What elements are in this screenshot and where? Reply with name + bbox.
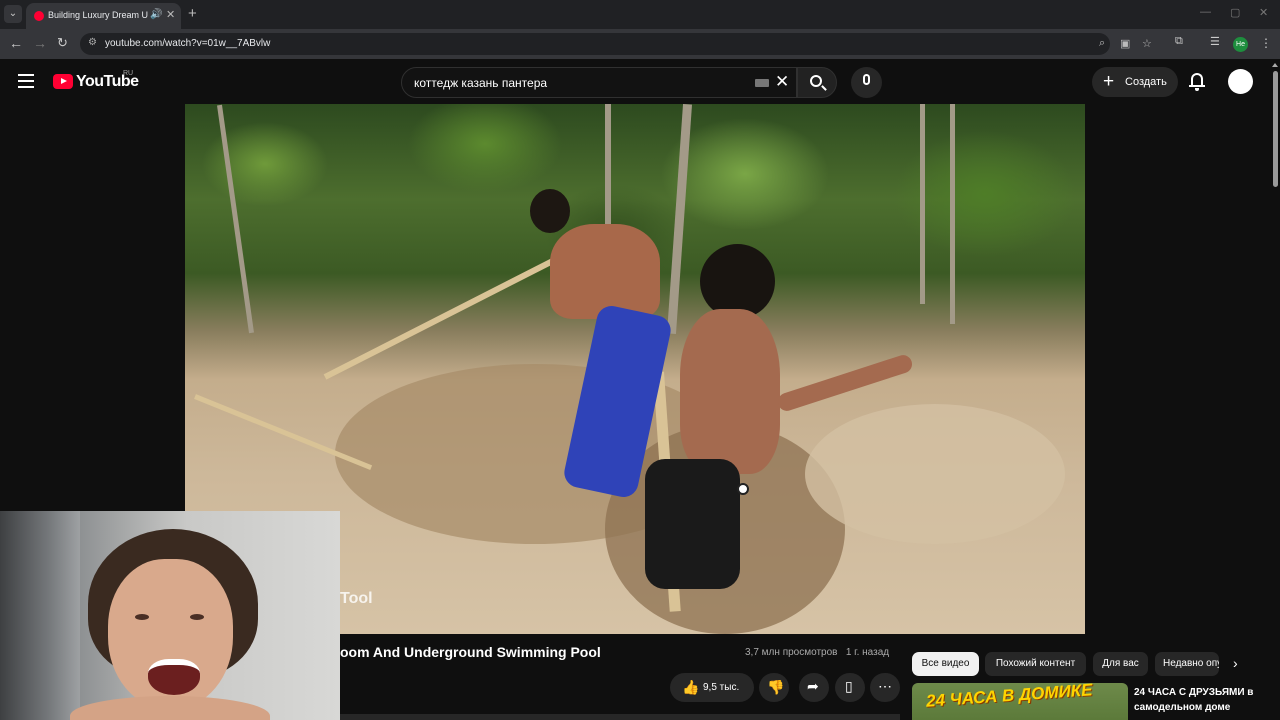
bookmark-star-icon[interactable]: ☆ (1142, 37, 1152, 50)
chevron-right-icon[interactable]: › (1233, 655, 1238, 671)
search-input[interactable]: коттедж казань пантера ✕ (401, 67, 797, 98)
more-icon: ⋯ (878, 678, 892, 694)
speaker-icon[interactable]: 🔊 (150, 9, 162, 20)
streamer-eye (190, 614, 204, 620)
tab-close-icon[interactable]: ✕ (166, 8, 175, 21)
browser-address-bar: ← → ↻ ⚙ youtube.com/watch?v=01w__7ABvlw … (0, 29, 1280, 59)
chip-all[interactable]: Все видео (912, 652, 979, 676)
curtain (0, 511, 80, 720)
mouse-cursor-icon (737, 483, 749, 495)
reading-list-icon[interactable]: ☰ (1210, 35, 1220, 48)
scroll-up-icon[interactable] (1272, 63, 1278, 67)
view-count: 3,7 млн просмотров (745, 647, 838, 658)
account-avatar[interactable] (1228, 69, 1253, 94)
video-title: oom And Underground Swimming Pool (340, 644, 601, 660)
microphone-icon (863, 74, 870, 85)
extensions-icon[interactable]: ⧉ (1175, 35, 1183, 48)
description-box[interactable] (340, 714, 900, 720)
youtube-favicon-icon (34, 11, 44, 21)
tab-search-button[interactable]: ⌄ (4, 5, 22, 23)
video-meta: 3,7 млн просмотров 1 г. назад (745, 647, 889, 658)
more-actions-button[interactable]: ⋯ (870, 673, 900, 702)
share-button[interactable]: ➦ (799, 673, 829, 702)
chip-related[interactable]: Похожий контент (985, 652, 1086, 676)
zoom-icon[interactable]: ⌕ (1099, 37, 1105, 50)
url-text[interactable]: youtube.com/watch?v=01w__7ABvlw (105, 38, 270, 49)
thumbs-down-icon: 👎 (767, 679, 785, 695)
search-button[interactable] (797, 67, 837, 98)
clear-search-icon[interactable]: ✕ (775, 72, 789, 92)
window-close-icon[interactable]: ✕ (1259, 6, 1268, 19)
streamer-mouth (148, 659, 200, 695)
page-scrollbar[interactable] (1270, 59, 1280, 720)
thumbs-up-icon: 👍 (682, 679, 700, 695)
youtube-header: YouTube RU коттедж казань пантера ✕ + Со… (0, 59, 1270, 104)
voice-search-button[interactable] (851, 67, 882, 98)
streamer-eye (135, 614, 149, 620)
notifications-bell-icon[interactable] (1189, 73, 1205, 91)
worker-head (530, 189, 570, 233)
publish-date: 1 г. назад (845, 647, 890, 658)
tree-trunk (950, 104, 955, 324)
minimize-icon[interactable]: — (1200, 6, 1211, 18)
chip-for-you[interactable]: Для вас (1093, 652, 1148, 676)
worker-arm (775, 352, 915, 414)
keyboard-icon[interactable] (755, 79, 769, 87)
browser-menu-icon[interactable]: ⋮ (1260, 36, 1272, 50)
cast-icon[interactable]: ▣ (1120, 37, 1130, 50)
new-tab-icon[interactable]: + (188, 5, 197, 22)
dislike-button[interactable]: 👎 (759, 673, 789, 702)
browser-tab-bar: ⌄ Building Luxury Dream Und 🔊 ✕ + — ▢ ✕ (0, 0, 1280, 29)
site-info-icon[interactable]: ⚙ (88, 37, 97, 48)
omnibox[interactable]: ⚙ youtube.com/watch?v=01w__7ABvlw ⌕ ▣ ☆ (80, 33, 1152, 55)
worker-head (700, 244, 775, 319)
webcam-overlay (0, 511, 340, 720)
tree-trunk (920, 104, 925, 304)
search-query-text[interactable]: коттедж казань пантера (414, 76, 547, 90)
recommendation-thumbnail[interactable]: 24 ЧАСА В ДОМИКЕ (912, 683, 1128, 720)
forward-icon[interactable]: → (33, 35, 47, 51)
youtube-logo-icon[interactable] (53, 74, 73, 89)
plus-icon: + (1103, 71, 1115, 92)
video-overlay-text: Tool (340, 590, 373, 607)
dark-shorts (645, 459, 740, 589)
menu-icon[interactable] (18, 74, 34, 88)
search-icon (810, 75, 822, 87)
region-code: RU (123, 70, 134, 77)
worker-torso (550, 224, 660, 319)
thumbnail-text: 24 ЧАСА В ДОМИКЕ (925, 683, 1094, 711)
like-count: 9,5 тыс. (703, 682, 740, 693)
reload-icon[interactable]: ↻ (57, 35, 68, 51)
streamer-shoulders (70, 696, 270, 720)
back-icon[interactable]: ← (9, 35, 23, 51)
worker-torso (680, 309, 780, 474)
browser-tab[interactable]: Building Luxury Dream Und 🔊 ✕ (26, 3, 181, 29)
share-icon: ➦ (807, 678, 819, 694)
recommendation-title[interactable]: 24 ЧАСА С ДРУЗЬЯМИ в самодельном доме (1134, 685, 1264, 715)
save-button[interactable]: ▯ (835, 673, 865, 702)
tab-title: Building Luxury Dream Und (48, 10, 148, 20)
chip-recent[interactable]: Недавно опубликованные (1155, 652, 1219, 676)
scroll-thumb[interactable] (1273, 71, 1278, 187)
profile-avatar[interactable]: Не (1233, 37, 1248, 52)
maximize-icon[interactable]: ▢ (1230, 6, 1240, 19)
create-label: Создать (1125, 76, 1167, 88)
dust-cloud (805, 404, 1065, 544)
bookmark-icon: ▯ (845, 678, 853, 694)
create-button[interactable]: + Создать (1092, 67, 1178, 97)
like-button[interactable]: 👍 9,5 тыс. (670, 673, 754, 702)
